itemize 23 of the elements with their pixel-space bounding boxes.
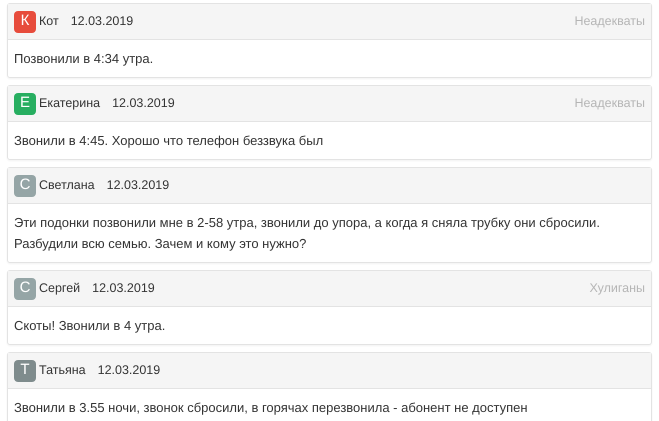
avatar: Т <box>14 360 36 382</box>
author-name: Екатерина <box>39 95 100 112</box>
comment-date: 12.03.2019 <box>70 13 134 30</box>
comment-date: 12.03.2019 <box>112 95 175 112</box>
category-label: Неадекваты <box>574 95 645 112</box>
author-name: Кот <box>39 13 59 30</box>
category-label: Неадекваты <box>574 13 645 30</box>
comment-text: Звонили в 4:45. Хорошо что телефон беззвука был <box>14 132 324 150</box>
comment-text: Скоты! Звонили в 4 утра. <box>14 317 166 335</box>
comment-text: Позвонили в 4:34 утра. <box>14 50 154 68</box>
author-name: Светлана <box>39 177 95 194</box>
author-name: Сергей <box>39 280 80 298</box>
comment-date: 12.03.2019 <box>106 177 170 194</box>
comment-text: Звонили в 3.55 ночи, звонок сбросили, в горячах перезвонила - абонент не доступен <box>14 399 529 417</box>
avatar: К <box>14 10 36 32</box>
author-name: Татьяна <box>39 362 86 380</box>
comment-text: Эти подонки позвонили мне в 2-58 утра, звонили до упора, а когда я сняла трубку они сбросили. Разбудили всю семью. Зачем и кому это нужно? <box>14 214 601 253</box>
avatar: Е <box>14 92 36 114</box>
avatar: С <box>14 278 36 300</box>
avatar: С <box>14 174 36 196</box>
category-label: Хулиганы <box>590 280 645 298</box>
comment-date: 12.03.2019 <box>92 280 155 298</box>
comment-date: 12.03.2019 <box>98 362 160 380</box>
